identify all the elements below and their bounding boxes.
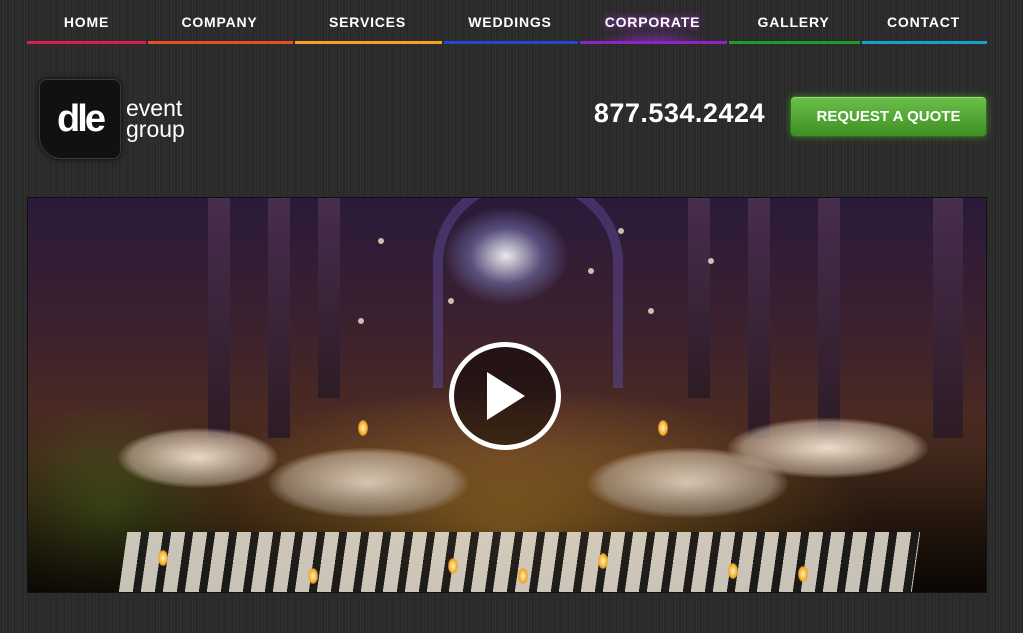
phone-number: 877.534.2424 xyxy=(593,98,765,128)
nav-underline-company xyxy=(148,41,293,44)
light-spot xyxy=(378,238,384,244)
nav-company[interactable]: COMPANY xyxy=(146,0,293,44)
light-spot xyxy=(618,228,624,234)
nav-label-weddings: WEDDINGS xyxy=(468,14,552,30)
candle xyxy=(658,420,668,436)
nav-underline-services xyxy=(295,41,442,44)
video-column xyxy=(208,198,230,438)
main-nav: HOME COMPANY SERVICES WEDDINGS CORPORATE… xyxy=(27,0,987,44)
candle xyxy=(308,568,318,584)
nav-home[interactable]: HOME xyxy=(27,0,146,44)
candle xyxy=(158,550,168,566)
nav-label-home: HOME xyxy=(63,14,110,30)
video-column xyxy=(748,198,770,438)
video-column xyxy=(933,198,963,438)
nav-label-company: COMPANY xyxy=(181,14,258,30)
play-icon xyxy=(487,372,525,420)
nav-underline-gallery xyxy=(729,41,860,44)
candle xyxy=(358,420,368,436)
light-spot xyxy=(588,268,594,274)
nav-weddings[interactable]: WEDDINGS xyxy=(442,0,578,44)
candle xyxy=(798,566,808,582)
logo-wordmark: event group xyxy=(126,97,185,142)
nav-underline-contact xyxy=(862,41,987,44)
nav-label-gallery: GALLERY xyxy=(757,14,830,30)
nav-contact[interactable]: CONTACT xyxy=(860,0,987,44)
nav-underline-home xyxy=(27,41,146,44)
nav-corporate[interactable]: CORPORATE xyxy=(578,0,727,44)
play-button[interactable] xyxy=(449,342,561,450)
logo-line-group: group xyxy=(126,116,185,142)
nav-underline-corporate xyxy=(580,41,727,44)
nav-underline-weddings xyxy=(444,41,578,44)
candle xyxy=(518,568,528,584)
nav-label-services: SERVICES xyxy=(329,14,406,30)
nav-gallery[interactable]: GALLERY xyxy=(727,0,860,44)
nav-services[interactable]: SERVICES xyxy=(293,0,442,44)
nav-label-contact: CONTACT xyxy=(887,14,960,30)
candle xyxy=(448,558,458,574)
video-column xyxy=(318,198,340,398)
light-spot xyxy=(358,318,364,324)
light-spot xyxy=(708,258,714,264)
light-spot xyxy=(448,298,454,304)
request-quote-button[interactable]: REQUEST A QUOTE xyxy=(790,96,987,137)
video-column xyxy=(818,198,840,438)
video-column xyxy=(688,198,710,398)
video-player[interactable] xyxy=(27,197,987,593)
light-spot xyxy=(648,308,654,314)
video-column xyxy=(268,198,290,438)
logo[interactable]: dle event group xyxy=(39,79,185,159)
logo-mark: dle xyxy=(39,79,121,159)
candle xyxy=(598,553,608,569)
candle xyxy=(728,563,738,579)
